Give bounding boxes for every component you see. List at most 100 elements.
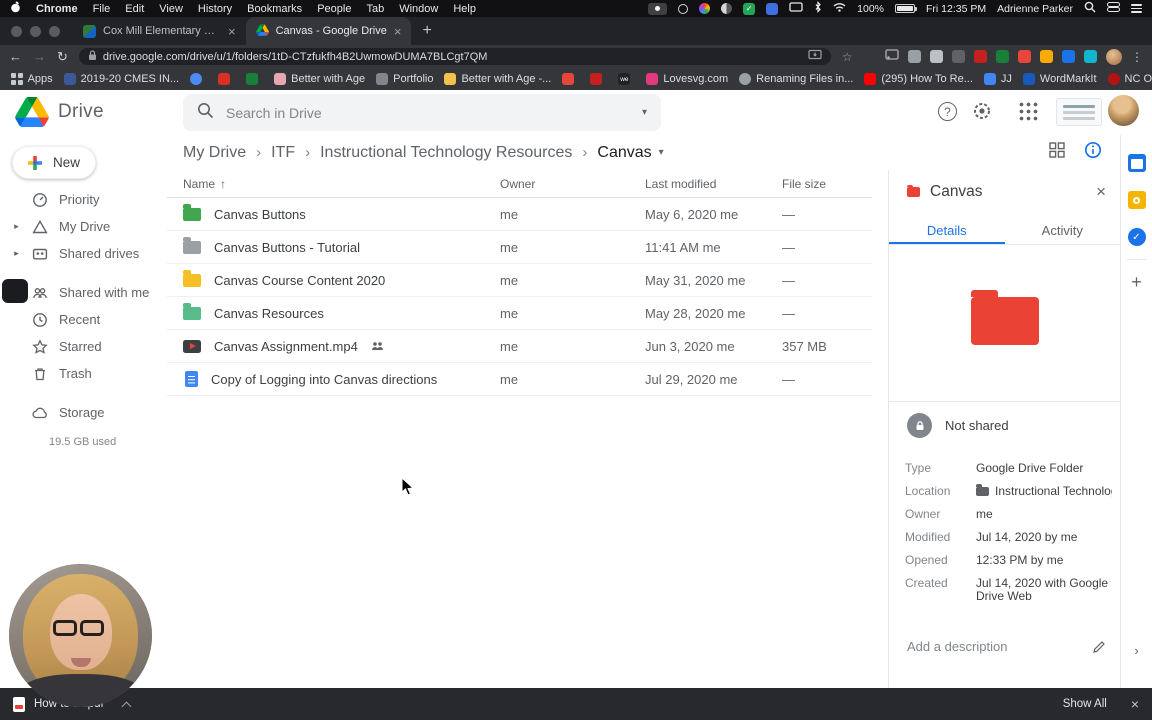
search-input[interactable] xyxy=(226,104,630,121)
column-owner[interactable]: Owner xyxy=(500,177,645,191)
sidebar-item-trash[interactable]: Trash xyxy=(0,360,167,387)
browser-tab-active[interactable]: Canvas - Google Drive × xyxy=(245,17,412,45)
extension-icon[interactable] xyxy=(996,50,1009,63)
install-app-icon[interactable] xyxy=(808,49,822,64)
folder-menu-icon[interactable]: ▾ xyxy=(659,147,664,158)
drive-logo[interactable]: Drive xyxy=(15,97,104,127)
fast-user-switch[interactable]: Adrienne Parker xyxy=(997,3,1073,15)
menu-chrome[interactable]: Chrome xyxy=(36,3,78,15)
location-chip[interactable]: Instructional Technology Resources xyxy=(976,484,1112,498)
close-shelf-icon[interactable]: × xyxy=(1131,696,1139,712)
bookmark-item[interactable] xyxy=(190,73,207,85)
sidebar-item-starred[interactable]: Starred xyxy=(0,333,167,360)
window-zoom-button[interactable] xyxy=(49,25,60,37)
display-icon[interactable] xyxy=(789,1,803,16)
sort-arrow-icon[interactable]: ↑ xyxy=(220,177,226,191)
expand-arrow-icon[interactable]: ▸ xyxy=(12,248,21,259)
file-row[interactable]: Canvas Assignment.mp4 me Jun 3, 2020 me … xyxy=(167,330,872,363)
sidebar-item-recent[interactable]: Recent xyxy=(0,306,167,333)
tab-details[interactable]: Details xyxy=(889,217,1005,244)
extension-icon[interactable] xyxy=(952,50,965,63)
get-addons-icon[interactable]: + xyxy=(1131,273,1142,291)
sidebar-item-storage[interactable]: Storage xyxy=(0,399,167,426)
bookmark-item[interactable]: WordMarkIt xyxy=(1022,73,1097,85)
green-app-icon[interactable]: ✓ xyxy=(743,2,756,15)
bluetooth-icon[interactable] xyxy=(814,1,822,16)
tab-close-icon[interactable]: × xyxy=(228,24,236,39)
menu-people[interactable]: People xyxy=(317,3,351,15)
menu-view[interactable]: View xyxy=(159,3,183,15)
bookmark-item[interactable] xyxy=(218,73,235,85)
file-row[interactable]: Canvas Resources me May 28, 2020 me — xyxy=(167,297,872,330)
file-row[interactable]: Canvas Buttons - Tutorial me 11:41 AM me… xyxy=(167,231,872,264)
keep-icon[interactable] xyxy=(1127,191,1146,209)
info-icon[interactable] xyxy=(1084,141,1102,164)
tab-close-icon[interactable]: × xyxy=(394,24,402,39)
grid-view-icon[interactable] xyxy=(1048,141,1066,164)
bookmark-item[interactable]: Better with Age -... xyxy=(444,73,551,85)
reload-icon[interactable]: ↻ xyxy=(57,50,68,63)
menu-file[interactable]: File xyxy=(93,3,111,15)
overlay-app-badge[interactable] xyxy=(2,279,28,303)
pencil-icon[interactable] xyxy=(1092,640,1106,654)
bookmark-item[interactable] xyxy=(562,73,579,85)
search-options-icon[interactable]: ▾ xyxy=(642,107,647,118)
bookmark-item[interactable]: 2019-20 CMES IN... xyxy=(63,73,179,85)
window-close-button[interactable] xyxy=(11,25,22,37)
menu-edit[interactable]: Edit xyxy=(125,3,144,15)
expand-arrow-icon[interactable]: ▸ xyxy=(12,221,21,232)
contrast-icon[interactable] xyxy=(721,3,733,14)
color-wheel-icon[interactable] xyxy=(699,3,711,14)
browser-tab-inactive[interactable]: Cox Mill Elementary Homepag × xyxy=(73,17,246,45)
control-center-icon[interactable] xyxy=(1107,2,1120,15)
file-row[interactable]: Canvas Course Content 2020 me May 31, 20… xyxy=(167,264,872,297)
extension-icon[interactable] xyxy=(908,50,921,63)
menubar-clock[interactable]: Fri 12:35 PM xyxy=(926,3,986,15)
tasks-icon[interactable]: ✓ xyxy=(1127,228,1146,246)
breadcrumb-itr[interactable]: Instructional Technology Resources xyxy=(320,144,572,162)
show-all-button[interactable]: Show All xyxy=(1063,698,1107,710)
column-size[interactable]: File size xyxy=(782,177,872,191)
help-icon[interactable]: ? xyxy=(938,102,957,121)
spotlight-search-icon[interactable] xyxy=(1084,1,1096,16)
window-minimize-button[interactable] xyxy=(30,25,41,37)
circle-status-icon[interactable] xyxy=(678,3,689,14)
new-button[interactable]: New xyxy=(12,146,96,179)
bookmark-item[interactable]: Renaming Files in... xyxy=(739,73,853,85)
forward-icon[interactable]: → xyxy=(33,50,46,63)
extension-icon[interactable] xyxy=(974,50,987,63)
cast-icon[interactable] xyxy=(885,48,899,66)
drive-search-bar[interactable]: ▾ xyxy=(183,94,661,131)
extension-icon[interactable] xyxy=(930,50,943,63)
wifi-icon[interactable] xyxy=(833,2,846,15)
bookmark-item[interactable] xyxy=(246,73,263,85)
bookmark-item[interactable]: JJ xyxy=(983,73,1012,85)
column-modified[interactable]: Last modified xyxy=(645,177,782,191)
account-avatar[interactable] xyxy=(1108,95,1139,126)
screen-record-icon[interactable] xyxy=(648,2,668,15)
notification-center-icon[interactable] xyxy=(1131,4,1142,13)
blue-app-icon[interactable] xyxy=(766,2,779,15)
extension-icon[interactable] xyxy=(1062,50,1075,63)
breadcrumb-itf[interactable]: ITF xyxy=(271,144,295,162)
settings-gear-icon[interactable] xyxy=(972,101,992,126)
menu-history[interactable]: History xyxy=(198,3,232,15)
extension-icon[interactable] xyxy=(1018,50,1031,63)
bookmark-item[interactable]: we xyxy=(618,73,635,85)
chrome-menu-icon[interactable]: ⋮ xyxy=(1131,50,1143,64)
new-tab-button[interactable]: + xyxy=(422,17,431,45)
bookmark-item[interactable]: (295) How To Re... xyxy=(864,73,973,85)
breadcrumb-current-folder[interactable]: Canvas ▾ xyxy=(597,144,663,162)
collapse-strip-icon[interactable]: › xyxy=(1134,643,1138,658)
file-row[interactable]: Copy of Logging into Canvas directions m… xyxy=(167,363,872,396)
extension-icon[interactable] xyxy=(1040,50,1053,63)
apps-shortcut[interactable]: Apps xyxy=(11,73,53,85)
bookmark-item[interactable]: Better with Age xyxy=(274,73,365,85)
add-description[interactable]: Add a description xyxy=(889,639,1120,654)
bookmark-item[interactable]: NC Office of Early... xyxy=(1107,73,1152,85)
breadcrumb-my-drive[interactable]: My Drive xyxy=(183,144,246,162)
tab-activity[interactable]: Activity xyxy=(1005,217,1121,244)
close-icon[interactable]: × xyxy=(1096,182,1106,202)
menu-bookmarks[interactable]: Bookmarks xyxy=(247,3,302,15)
menu-window[interactable]: Window xyxy=(399,3,438,15)
